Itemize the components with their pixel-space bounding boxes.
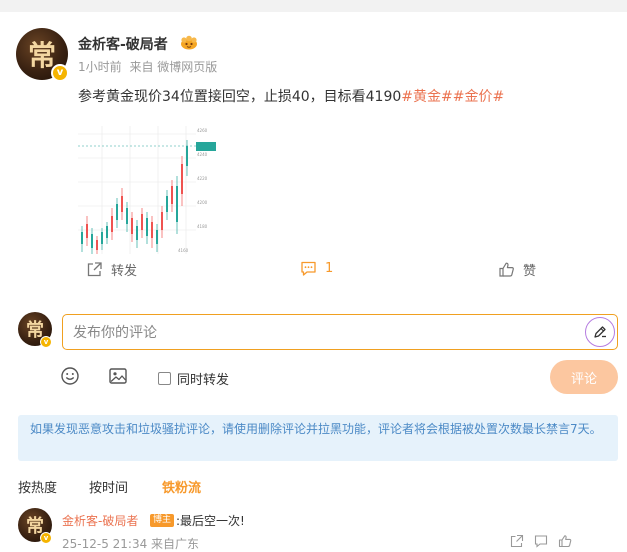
comment-share-icon[interactable] — [510, 534, 524, 548]
thumbs-up-icon — [499, 262, 514, 277]
svg-text:4220: 4220 — [197, 176, 208, 181]
submit-comment-button[interactable]: 评论 — [550, 360, 618, 394]
sort-by-time[interactable]: 按时间 — [89, 477, 128, 496]
pen-icon — [594, 326, 606, 338]
candlestick-chart-thumbnail[interactable]: 4260 4240 4220 4200 4180 4160 — [78, 116, 218, 256]
checkbox-box[interactable] — [158, 372, 171, 385]
svg-text:4240: 4240 — [197, 152, 208, 157]
like-button[interactable]: 赞 — [498, 260, 536, 279]
moderation-notice: 如果发现恶意攻击和垃圾骚扰评论，请使用删除评论并拉黑功能，评论者将会根据被处置次… — [18, 415, 618, 461]
comment-input[interactable] — [73, 323, 553, 343]
author-name[interactable]: 金析客-破局者 — [78, 34, 168, 54]
comment-icon — [301, 261, 316, 276]
topic-tag-gold[interactable]: #黄金# — [401, 89, 452, 105]
pen-icon-button[interactable] — [585, 317, 615, 347]
fan-crown-icon — [181, 35, 197, 50]
comment-text: :最后空一次! — [176, 514, 245, 528]
post-time[interactable]: 1小时前 — [78, 60, 122, 74]
commenter-verified-badge-icon: v — [40, 532, 52, 544]
sort-by-iron-fans[interactable]: 铁粉流 — [162, 477, 201, 496]
verified-badge-icon: v — [51, 64, 69, 82]
svg-text:4260: 4260 — [197, 128, 208, 133]
my-verified-badge-icon: v — [40, 336, 52, 348]
svg-text:4200: 4200 — [197, 200, 208, 205]
post-content: 参考黄金现价34位置接回空，止损40，目标看4190#黄金##金价# — [78, 86, 504, 106]
post-meta: 1小时前 来自 微博网页版 — [78, 58, 221, 75]
commenter-name[interactable]: 金析客-破局者 — [62, 512, 138, 529]
post-source: 来自 微博网页版 — [129, 60, 218, 74]
comment-reply-icon[interactable] — [534, 534, 548, 548]
image-upload-button[interactable] — [108, 366, 128, 386]
blogger-badge: 博主 — [150, 514, 175, 527]
weibo-post-card: 常 v 金析客-破局者 1小时前 来自 微博网页版 参考黄金现价34位置接回空，… — [0, 12, 627, 552]
topic-tag-gold-price[interactable]: #金价# — [453, 89, 504, 105]
forward-also-checkbox[interactable]: 同时转发 — [158, 369, 229, 388]
forward-label: 转发 — [111, 264, 138, 279]
emoji-button[interactable] — [60, 366, 80, 386]
svg-text:4160: 4160 — [178, 248, 189, 253]
comment-count: 1 — [325, 261, 334, 276]
comment-actions — [510, 534, 572, 548]
sort-by-popularity[interactable]: 按热度 — [18, 477, 57, 496]
comment-button[interactable]: 1 — [300, 260, 333, 277]
post-action-bar: 转发 1 赞 — [0, 260, 627, 284]
comment-meta: 25-12-5 21:34 来自广东 — [62, 537, 200, 551]
like-label: 赞 — [523, 264, 537, 279]
share-icon — [87, 262, 102, 277]
post-text: 参考黄金现价34位置接回空，止损40，目标看4190 — [78, 89, 402, 105]
emoji-icon — [61, 367, 79, 385]
forward-also-label: 同时转发 — [177, 373, 230, 388]
image-icon — [109, 368, 127, 384]
comment-input-box[interactable] — [62, 314, 618, 350]
forward-button[interactable]: 转发 — [86, 260, 137, 279]
comment-like-icon[interactable] — [558, 534, 572, 548]
svg-text:4180: 4180 — [197, 224, 208, 229]
